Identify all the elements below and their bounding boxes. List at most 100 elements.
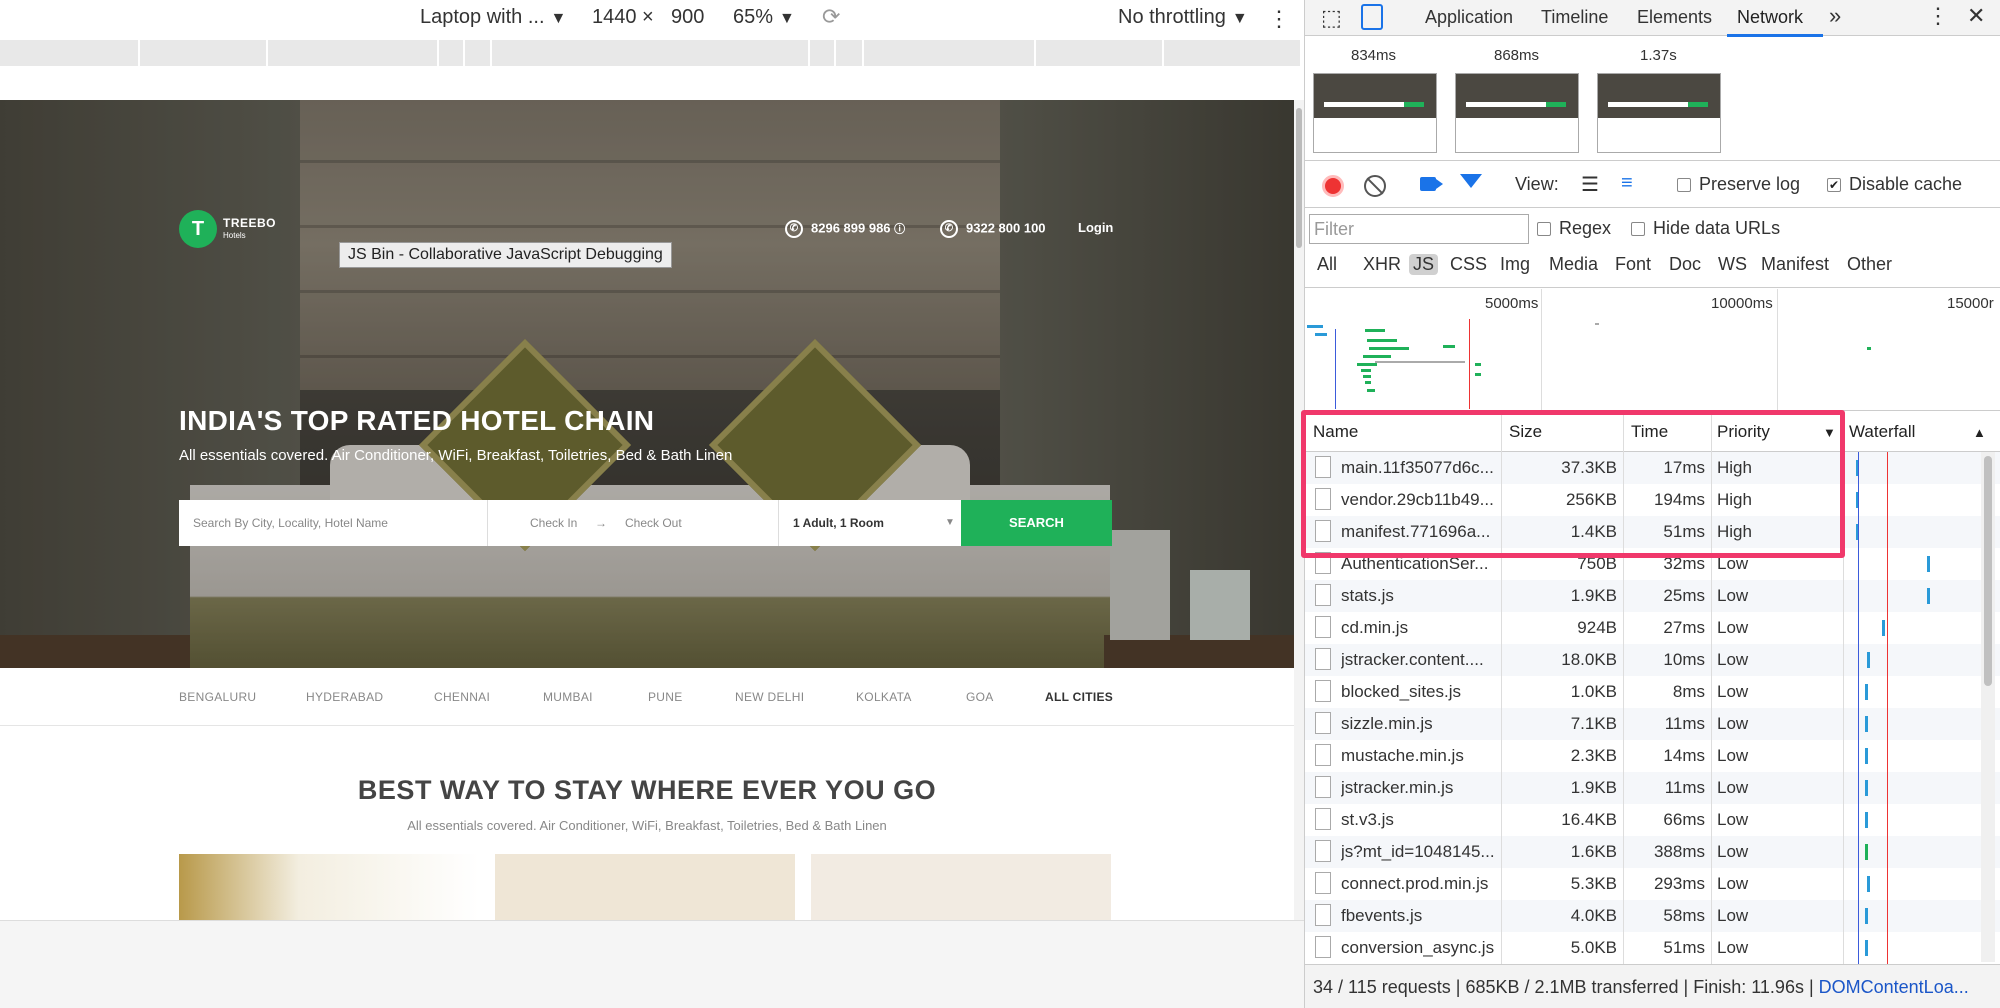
type-filter-doc[interactable]: Doc	[1669, 254, 1701, 275]
request-priority: Low	[1717, 586, 1749, 605]
request-size: 18.0KB	[1561, 650, 1617, 669]
call-phone[interactable]: ✆ 9322 800 100	[940, 220, 1046, 238]
scrollbar-thumb[interactable]	[1296, 108, 1302, 248]
customize-menu-icon[interactable]: ⋮	[1927, 3, 1949, 29]
column-waterfall[interactable]: Waterfall	[1849, 422, 1915, 442]
filter-input[interactable]: Filter	[1309, 214, 1529, 244]
device-select[interactable]: Laptop with ... ▼	[420, 6, 566, 29]
type-filter-media[interactable]: Media	[1549, 254, 1598, 275]
width-field[interactable]: 1440	[592, 6, 637, 29]
ruler-segment[interactable]	[1034, 40, 1036, 66]
login-link[interactable]: Login	[1078, 220, 1113, 235]
filter-icon[interactable]	[1460, 174, 1482, 188]
sort-ascending-icon[interactable]: ▲	[1973, 425, 1986, 440]
city-link[interactable]: PUNE	[648, 690, 683, 704]
more-tabs-icon[interactable]: »	[1829, 3, 1841, 29]
capture-screenshots-icon[interactable]	[1420, 177, 1443, 191]
request-row[interactable]: fbevents.js 4.0KB 58ms Low	[1305, 900, 2000, 932]
ruler-segment[interactable]	[138, 40, 140, 66]
hide-data-urls-checkbox[interactable]: Hide data URLs	[1631, 218, 1780, 239]
checkbox-icon	[1631, 222, 1645, 237]
request-row[interactable]: st.v3.js 16.4KB 66ms Low	[1305, 804, 2000, 836]
table-scrollbar[interactable]	[1981, 452, 1995, 962]
ruler-segment[interactable]	[490, 40, 492, 66]
request-row[interactable]: conversion_async.js 5.0KB 51ms Low	[1305, 932, 2000, 964]
search-input[interactable]: Search By City, Locality, Hotel Name	[179, 500, 488, 546]
rotate-icon[interactable]: ⟳	[822, 4, 840, 30]
request-time: 25ms	[1663, 586, 1705, 605]
request-row[interactable]: jstracker.min.js 1.9KB 11ms Low	[1305, 772, 2000, 804]
city-link[interactable]: KOLKATA	[856, 690, 912, 704]
media-query-ruler[interactable]	[0, 40, 1300, 66]
feature-card[interactable]	[495, 854, 795, 920]
type-filter-all[interactable]: All	[1317, 254, 1337, 275]
tab-network[interactable]: Network	[1737, 7, 1803, 28]
ruler-segment[interactable]	[266, 40, 268, 66]
frame-thumbnail[interactable]	[1313, 73, 1437, 153]
type-filter-xhr[interactable]: XHR	[1363, 254, 1401, 275]
guests-select[interactable]: 1 Adult, 1 Room ▼	[779, 500, 961, 546]
ruler-segment[interactable]	[862, 40, 864, 66]
city-link[interactable]: HYDERABAD	[306, 690, 383, 704]
ruler-segment[interactable]	[1162, 40, 1164, 66]
ruler-segment[interactable]	[437, 40, 439, 66]
ruler-segment[interactable]	[808, 40, 810, 66]
large-rows-icon[interactable]: ☰	[1581, 172, 1599, 197]
record-icon[interactable]	[1322, 175, 1344, 197]
city-link[interactable]: MUMBAI	[543, 690, 593, 704]
feature-card[interactable]	[811, 854, 1111, 920]
request-row[interactable]: jstracker.content.... 18.0KB 10ms Low	[1305, 644, 2000, 676]
request-row[interactable]: sizzle.min.js 7.1KB 11ms Low	[1305, 708, 2000, 740]
more-options-icon[interactable]: ⋮	[1268, 6, 1290, 32]
frame-time: 1.37s	[1640, 47, 1677, 64]
network-overview[interactable]: 5000ms 10000ms 15000r	[1305, 289, 2000, 411]
whatsapp-phone[interactable]: ✆ 8296 899 986 ⓘ	[785, 220, 905, 238]
request-row[interactable]: js?mt_id=1048145... 1.6KB 388ms Low	[1305, 836, 2000, 868]
dom-content-loaded-link[interactable]: DOMContentLoa...	[1819, 977, 1969, 997]
preserve-log-checkbox[interactable]: Preserve log	[1677, 174, 1800, 195]
type-filter-manifest[interactable]: Manifest	[1761, 254, 1829, 275]
device-toolbar-icon[interactable]	[1361, 4, 1383, 30]
zoom-select[interactable]: 65% ▼	[733, 6, 795, 29]
feature-card[interactable]	[179, 854, 479, 920]
check-in-field[interactable]: Check In	[488, 500, 595, 546]
frame-thumbnail[interactable]	[1455, 73, 1579, 153]
type-filter-js[interactable]: JS	[1409, 254, 1439, 275]
tab-application[interactable]: Application	[1425, 7, 1513, 28]
check-out-field[interactable]: Check Out	[625, 500, 779, 546]
request-row[interactable]: blocked_sites.js 1.0KB 8ms Low	[1305, 676, 2000, 708]
type-filter-css[interactable]: CSS	[1450, 254, 1487, 275]
request-row[interactable]: mustache.min.js 2.3KB 14ms Low	[1305, 740, 2000, 772]
type-filter-other[interactable]: Other	[1847, 254, 1892, 275]
city-link[interactable]: BENGALURU	[179, 690, 256, 704]
ruler-segment[interactable]	[834, 40, 836, 66]
disable-cache-checkbox[interactable]: ✔ Disable cache	[1827, 174, 1962, 195]
height-field[interactable]: 900	[671, 6, 704, 29]
tab-timeline[interactable]: Timeline	[1541, 7, 1608, 28]
overview-request	[1595, 323, 1599, 325]
inspect-element-icon[interactable]: ⬚	[1321, 5, 1342, 31]
city-link[interactable]: NEW DELHI	[735, 690, 804, 704]
city-link[interactable]: CHENNAI	[434, 690, 490, 704]
ruler-segment[interactable]	[463, 40, 465, 66]
device-frame-bottom	[0, 920, 1304, 1008]
scrollbar-thumb[interactable]	[1984, 456, 1992, 686]
close-icon[interactable]: ✕	[1967, 3, 1985, 29]
request-row[interactable]: stats.js 1.9KB 25ms Low	[1305, 580, 2000, 612]
request-row[interactable]: connect.prod.min.js 5.3KB 293ms Low	[1305, 868, 2000, 900]
overview-icon[interactable]: ≡	[1621, 172, 1633, 195]
regex-checkbox[interactable]: Regex	[1537, 218, 1611, 239]
treebo-logo[interactable]: T	[179, 210, 217, 248]
search-button[interactable]: SEARCH	[961, 500, 1112, 546]
request-row[interactable]: cd.min.js 924B 27ms Low	[1305, 612, 2000, 644]
city-link[interactable]: GOA	[966, 690, 994, 704]
type-filter-ws[interactable]: WS	[1718, 254, 1747, 275]
frame-thumbnail[interactable]	[1597, 73, 1721, 153]
waterfall-bar	[1865, 780, 1868, 796]
clear-icon[interactable]	[1364, 175, 1386, 197]
tab-elements[interactable]: Elements	[1637, 7, 1712, 28]
type-filter-img[interactable]: Img	[1500, 254, 1530, 275]
type-filter-font[interactable]: Font	[1615, 254, 1651, 275]
city-link-all[interactable]: ALL CITIES	[1045, 690, 1113, 704]
throttling-select[interactable]: No throttling ▼	[1118, 6, 1248, 29]
